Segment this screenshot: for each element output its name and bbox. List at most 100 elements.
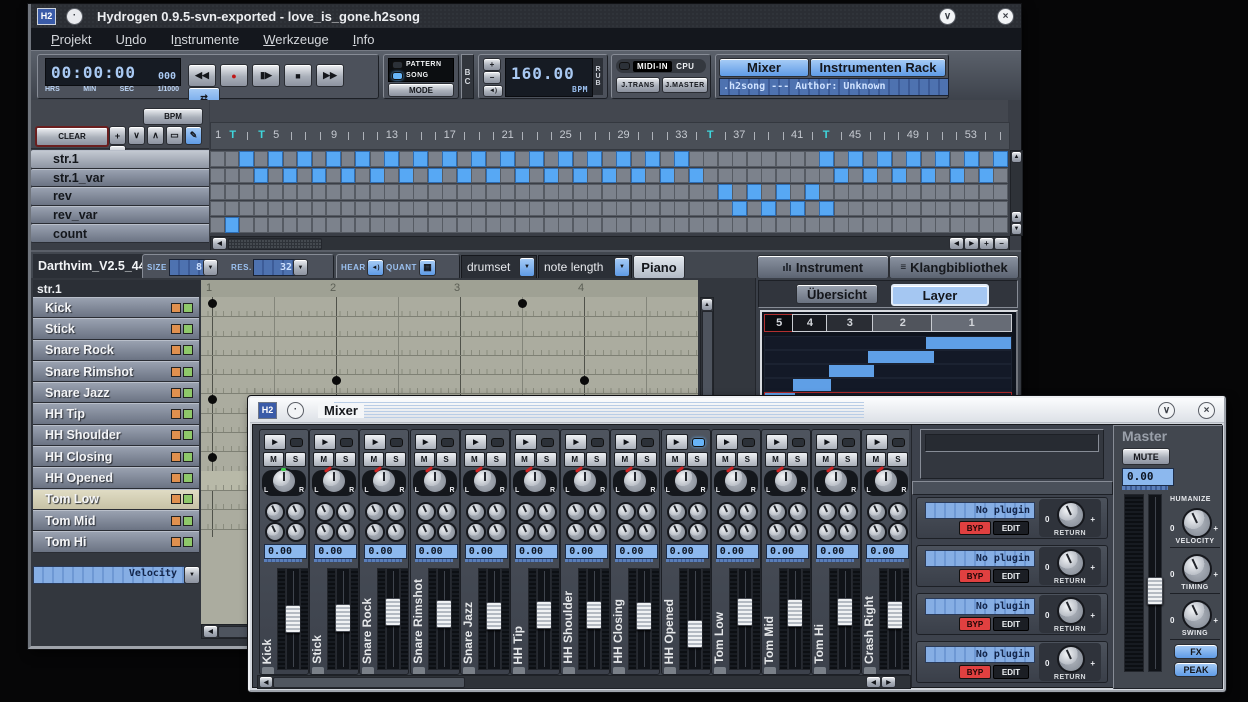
song-cell[interactable] xyxy=(979,151,994,167)
song-track-row[interactable] xyxy=(210,150,1008,167)
fx-edit-button[interactable]: EDIT xyxy=(993,569,1029,583)
song-cell[interactable] xyxy=(587,168,602,184)
strip-fx-send-knob[interactable] xyxy=(616,522,636,542)
song-track-row[interactable] xyxy=(210,200,1008,217)
song-cell[interactable] xyxy=(892,217,907,233)
layer-segment[interactable] xyxy=(829,365,875,377)
strip-fader-handle[interactable] xyxy=(837,598,853,626)
song-cell-active[interactable] xyxy=(848,151,863,167)
metronome-button[interactable]: ◄) xyxy=(483,85,503,97)
song-cell[interactable] xyxy=(254,201,269,217)
song-cell[interactable] xyxy=(587,217,602,233)
scroll-up2-button[interactable]: ▲ xyxy=(1011,211,1022,223)
layer-header-5[interactable]: 5 xyxy=(764,314,794,332)
song-cell[interactable] xyxy=(689,184,704,200)
song-cell[interactable] xyxy=(370,184,385,200)
strip-fx-send-knob[interactable] xyxy=(788,502,808,522)
instrument-solo-button[interactable] xyxy=(183,494,193,504)
song-cell-active[interactable] xyxy=(326,151,341,167)
strip-pan-knob[interactable] xyxy=(321,468,347,494)
strip-fx-send-knob[interactable] xyxy=(888,522,908,542)
song-cell[interactable] xyxy=(283,217,298,233)
song-cell[interactable] xyxy=(863,201,878,217)
instrument-mute-button[interactable] xyxy=(171,303,181,313)
layer-row[interactable] xyxy=(764,350,1012,364)
strip-fx-send-knob[interactable] xyxy=(386,502,406,522)
song-cell-active[interactable] xyxy=(587,151,602,167)
instrument-mute-button[interactable] xyxy=(171,409,181,419)
song-cell[interactable] xyxy=(471,168,486,184)
song-cell[interactable] xyxy=(413,217,428,233)
song-cell[interactable] xyxy=(950,201,965,217)
song-cell[interactable] xyxy=(428,151,443,167)
close-window-button[interactable]: × xyxy=(997,8,1014,25)
strip-solo-button[interactable]: S xyxy=(385,452,406,467)
song-cell[interactable] xyxy=(979,184,994,200)
strip-solo-button[interactable]: S xyxy=(887,452,908,467)
song-cell[interactable] xyxy=(761,151,776,167)
song-cell[interactable] xyxy=(428,217,443,233)
instrument-rack-toggle-button[interactable]: Instrumenten Rack xyxy=(810,58,946,77)
song-cell[interactable] xyxy=(399,217,414,233)
song-cell[interactable] xyxy=(442,184,457,200)
song-cell[interactable] xyxy=(515,151,530,167)
strip-bottom-tab[interactable] xyxy=(312,667,324,674)
song-cell[interactable] xyxy=(326,168,341,184)
strip-play-button[interactable]: ▶ xyxy=(866,434,888,450)
song-cell[interactable] xyxy=(732,184,747,200)
strip-fx-send-knob[interactable] xyxy=(466,502,486,522)
strip-play-button[interactable]: ▶ xyxy=(465,434,487,450)
song-cell[interactable] xyxy=(906,184,921,200)
song-cell[interactable] xyxy=(602,201,617,217)
strip-fx-send-knob[interactable] xyxy=(738,522,758,542)
song-cell[interactable] xyxy=(732,151,747,167)
strip-fx-send-knob[interactable] xyxy=(336,522,356,542)
song-cell[interactable] xyxy=(761,184,776,200)
scroll-thumb[interactable] xyxy=(228,238,322,250)
instrument-solo-button[interactable] xyxy=(183,303,193,313)
song-hscrollbar[interactable]: ◀ ◀ ▶ + − xyxy=(210,236,1010,251)
strip-fx-send-knob[interactable] xyxy=(867,502,887,522)
instrument-solo-button[interactable] xyxy=(183,409,193,419)
mixer-scroll-left[interactable]: ◀ xyxy=(259,676,273,688)
song-cell[interactable] xyxy=(457,201,472,217)
tab-layer[interactable]: Layer xyxy=(891,284,989,306)
hear-notes-toggle[interactable]: ◄) xyxy=(367,259,384,276)
song-cell[interactable] xyxy=(790,184,805,200)
song-track-label[interactable]: rev_var xyxy=(31,206,209,225)
song-cell[interactable] xyxy=(877,168,892,184)
mixer-scroll-left2[interactable]: ◀ xyxy=(866,676,881,688)
song-cell[interactable] xyxy=(805,201,820,217)
instrument-mute-button[interactable] xyxy=(171,345,181,355)
song-cell-active[interactable] xyxy=(819,151,834,167)
instrument-mute-button[interactable] xyxy=(171,473,181,483)
strip-solo-button[interactable]: S xyxy=(335,452,356,467)
song-cell[interactable] xyxy=(906,217,921,233)
song-cell[interactable] xyxy=(471,201,486,217)
song-cell-active[interactable] xyxy=(283,168,298,184)
strip-bottom-tab[interactable] xyxy=(814,667,826,674)
strip-play-button[interactable]: ▶ xyxy=(716,434,738,450)
song-cell[interactable] xyxy=(848,217,863,233)
transport-forward-button[interactable]: ▶▶ xyxy=(316,64,344,87)
instrument-row[interactable]: Snare Jazz xyxy=(33,382,199,403)
fx-return-knob[interactable] xyxy=(1057,597,1085,625)
song-track-row[interactable] xyxy=(210,183,1008,200)
song-cell[interactable] xyxy=(500,217,515,233)
song-cell[interactable] xyxy=(370,217,385,233)
song-cell[interactable] xyxy=(297,168,312,184)
strip-fader-handle[interactable] xyxy=(887,601,903,629)
song-cell[interactable] xyxy=(529,201,544,217)
song-cell[interactable] xyxy=(834,217,849,233)
song-cell[interactable] xyxy=(747,201,762,217)
song-cell-active[interactable] xyxy=(457,168,472,184)
instrument-solo-button[interactable] xyxy=(183,345,193,355)
layer-segment[interactable] xyxy=(793,379,831,391)
strip-pan-knob[interactable] xyxy=(572,468,598,494)
song-cell[interactable] xyxy=(790,151,805,167)
strip-fx-send-knob[interactable] xyxy=(888,502,908,522)
song-cell[interactable] xyxy=(355,168,370,184)
strip-fx-send-knob[interactable] xyxy=(315,522,335,542)
strip-mute-button[interactable]: M xyxy=(715,452,736,467)
song-cell[interactable] xyxy=(747,217,762,233)
